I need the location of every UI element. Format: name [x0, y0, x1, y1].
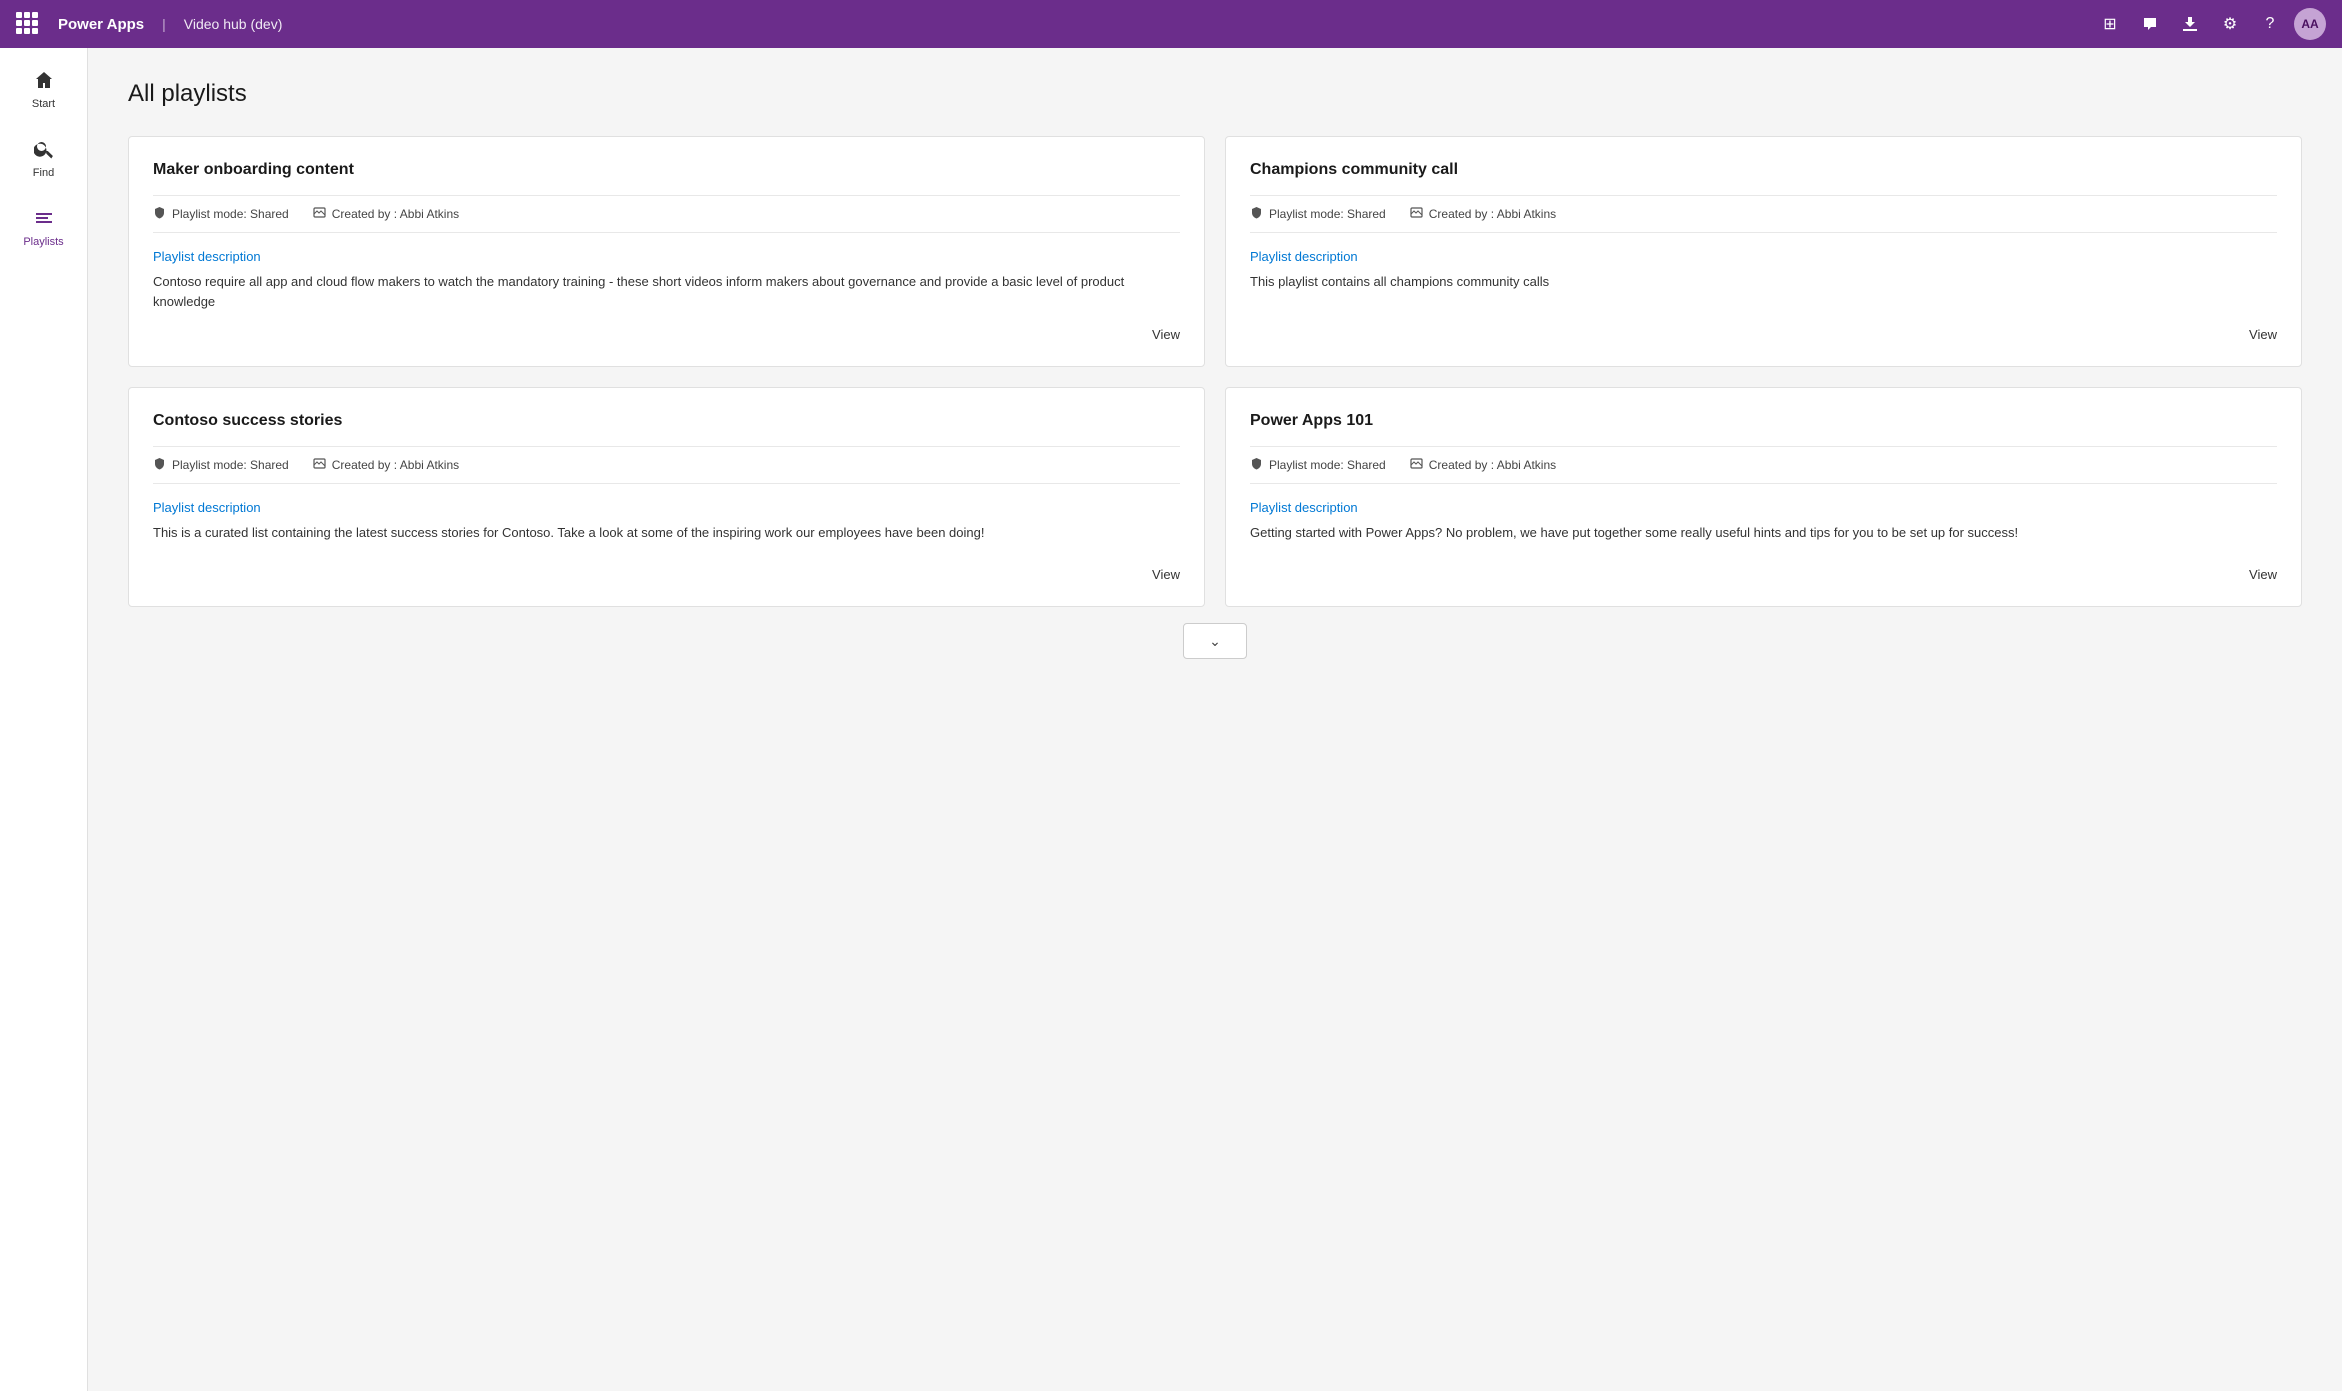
- image-icon-1: [1410, 206, 1423, 222]
- shield-icon-1: [1250, 206, 1263, 222]
- card-mode-3: Playlist mode: Shared: [1250, 457, 1386, 473]
- card-desc-label-1[interactable]: Playlist description: [1250, 249, 2277, 264]
- sidebar: Start Find Playlists: [0, 48, 88, 1391]
- card-desc-label-3[interactable]: Playlist description: [1250, 500, 2277, 515]
- image-icon-3: [1410, 457, 1423, 473]
- home-icon: [34, 66, 54, 94]
- shield-icon-2: [153, 457, 166, 473]
- search-icon: [34, 135, 54, 163]
- card-created-3: Created by : Abbi Atkins: [1410, 457, 1556, 473]
- card-desc-text-0: Contoso require all app and cloud flow m…: [153, 272, 1180, 311]
- card-view-btn-1[interactable]: View: [2249, 311, 2277, 342]
- page-title: All playlists: [128, 80, 2302, 108]
- card-desc-text-1: This playlist contains all champions com…: [1250, 272, 2277, 311]
- card-mode-2: Playlist mode: Shared: [153, 457, 289, 473]
- scroll-down-container: ⌄: [128, 607, 2302, 675]
- card-title-0: Maker onboarding content: [153, 161, 1180, 179]
- shield-icon-0: [153, 206, 166, 222]
- card-view-btn-0[interactable]: View: [1152, 311, 1180, 342]
- sidebar-playlists-label: Playlists: [23, 236, 63, 249]
- top-navigation: Power Apps | Video hub (dev) ⊞ ⚙ ? AA: [0, 0, 2342, 48]
- card-title-3: Power Apps 101: [1250, 412, 2277, 430]
- sidebar-item-playlists[interactable]: Playlists: [5, 194, 83, 259]
- card-title-2: Contoso success stories: [153, 412, 1180, 430]
- avatar-btn[interactable]: AA: [2294, 8, 2326, 40]
- topnav-right: ⊞ ⚙ ? AA: [2094, 8, 2326, 40]
- settings-icon-btn[interactable]: ⚙: [2214, 8, 2246, 40]
- help-icon-btn[interactable]: ?: [2254, 8, 2286, 40]
- sidebar-start-label: Start: [32, 98, 55, 111]
- card-mode-1: Playlist mode: Shared: [1250, 206, 1386, 222]
- playlist-card-champions: Champions community call Playlist mode: …: [1225, 136, 2302, 367]
- card-view-btn-3[interactable]: View: [2249, 551, 2277, 582]
- title-separator: |: [162, 16, 166, 32]
- app-subtitle: Video hub (dev): [184, 16, 283, 32]
- topnav-left: Power Apps | Video hub (dev): [16, 12, 282, 36]
- waffle-icon[interactable]: [16, 12, 40, 36]
- app-title: Power Apps: [58, 16, 144, 33]
- card-desc-label-2[interactable]: Playlist description: [153, 500, 1180, 515]
- card-meta-0: Playlist mode: Shared Created by : Abbi …: [153, 195, 1180, 233]
- chat-icon-btn[interactable]: [2134, 8, 2166, 40]
- playlist-card-contoso: Contoso success stories Playlist mode: S…: [128, 387, 1205, 607]
- sidebar-item-start[interactable]: Start: [5, 56, 83, 121]
- card-meta-2: Playlist mode: Shared Created by : Abbi …: [153, 446, 1180, 484]
- playlist-card-powerapps101: Power Apps 101 Playlist mode: Shared Cre…: [1225, 387, 2302, 607]
- card-desc-label-0[interactable]: Playlist description: [153, 249, 1180, 264]
- card-title-1: Champions community call: [1250, 161, 2277, 179]
- card-meta-3: Playlist mode: Shared Created by : Abbi …: [1250, 446, 2277, 484]
- chevron-down-icon: ⌄: [1209, 633, 1221, 650]
- main-content: All playlists Maker onboarding content P…: [88, 48, 2342, 1391]
- card-desc-text-2: This is a curated list containing the la…: [153, 523, 1180, 551]
- playlist-card-maker-onboarding: Maker onboarding content Playlist mode: …: [128, 136, 1205, 367]
- sidebar-item-find[interactable]: Find: [5, 125, 83, 190]
- card-desc-text-3: Getting started with Power Apps? No prob…: [1250, 523, 2277, 551]
- shield-icon-3: [1250, 457, 1263, 473]
- playlists-icon: [34, 204, 54, 232]
- card-created-2: Created by : Abbi Atkins: [313, 457, 459, 473]
- sidebar-find-label: Find: [33, 167, 54, 180]
- scroll-down-button[interactable]: ⌄: [1183, 623, 1247, 659]
- playlist-grid: Maker onboarding content Playlist mode: …: [128, 136, 2302, 607]
- image-icon-0: [313, 206, 326, 222]
- download-icon-btn[interactable]: [2174, 8, 2206, 40]
- card-mode-0: Playlist mode: Shared: [153, 206, 289, 222]
- apps-icon-btn[interactable]: ⊞: [2094, 8, 2126, 40]
- card-created-1: Created by : Abbi Atkins: [1410, 206, 1556, 222]
- card-view-btn-2[interactable]: View: [1152, 551, 1180, 582]
- card-created-0: Created by : Abbi Atkins: [313, 206, 459, 222]
- main-layout: Start Find Playlists All playlists: [0, 48, 2342, 1391]
- image-icon-2: [313, 457, 326, 473]
- card-meta-1: Playlist mode: Shared Created by : Abbi …: [1250, 195, 2277, 233]
